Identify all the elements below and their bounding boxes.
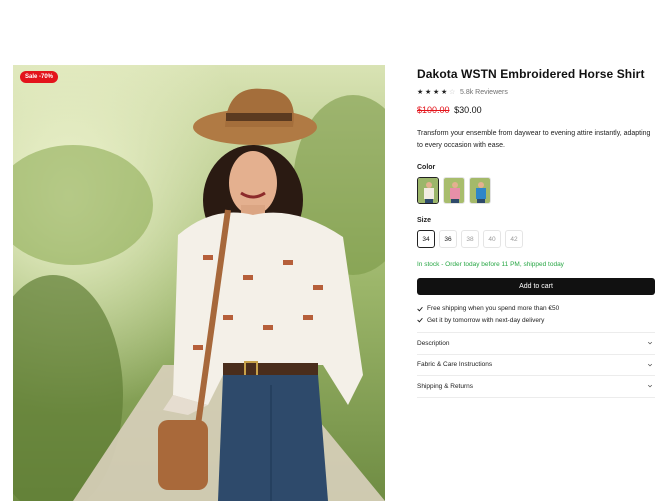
old-price: $100.00: [417, 105, 450, 115]
color-swatches: [417, 177, 656, 204]
accordion-fabric-care[interactable]: Fabric & Care Instructions: [417, 355, 655, 376]
price: $100.00 $30.00: [417, 103, 656, 117]
reviewers-count: 5.8k Reviewers: [460, 88, 508, 96]
star-icon: ★: [433, 88, 440, 96]
add-to-cart-button[interactable]: Add to cart: [417, 278, 655, 295]
size-option-42[interactable]: 42: [505, 230, 523, 248]
chevron-down-icon: [647, 385, 653, 388]
color-swatch-pink[interactable]: [443, 177, 465, 204]
size-option-36[interactable]: 36: [439, 230, 457, 248]
star-icon: ★: [417, 88, 424, 96]
accordion-label: Shipping & Returns: [417, 382, 474, 390]
swatch-image: [470, 178, 490, 203]
stock-status: In stock - Order today before 11 PM, shi…: [417, 261, 564, 268]
swatch-image: [418, 178, 438, 203]
sale-price: $30.00: [454, 105, 482, 115]
size-option-38[interactable]: 38: [461, 230, 479, 248]
perk-item: Get it by tomorrow with next-day deliver…: [417, 315, 656, 327]
perk-text: Free shipping when you spend more than €…: [427, 305, 560, 313]
star-icon: ★: [425, 88, 432, 96]
chevron-down-icon: [647, 363, 653, 367]
star-half-icon: ★: [441, 88, 448, 96]
sale-badge: Sale -70%: [20, 71, 59, 83]
color-label: Color: [417, 164, 436, 171]
star-empty-icon: ☆: [449, 88, 456, 96]
size-options: 34 36 38 40 42: [417, 230, 656, 248]
perk-item: Free shipping when you spend more than €…: [417, 303, 656, 315]
swatch-image: [444, 178, 464, 203]
accordion: Description Fabric & Care Instructions S…: [417, 332, 655, 398]
perks-list: Free shipping when you spend more than €…: [417, 303, 656, 326]
product-photo: [13, 65, 385, 501]
size-option-40[interactable]: 40: [483, 230, 501, 248]
check-icon: [417, 306, 423, 312]
accordion-shipping-returns[interactable]: Shipping & Returns: [417, 376, 655, 398]
product-info: Dakota WSTN Embroidered Horse Shirt ★ ★ …: [417, 62, 656, 398]
accordion-label: Fabric & Care Instructions: [417, 361, 493, 369]
check-icon: [417, 318, 423, 323]
product-image[interactable]: Sale -70%: [13, 65, 385, 501]
chevron-down-icon: [647, 342, 653, 345]
rating-stars: ★ ★ ★ ★ ☆: [417, 89, 456, 96]
color-swatch-blue[interactable]: [469, 177, 491, 204]
size-option-34[interactable]: 34: [417, 230, 435, 248]
product-title: Dakota WSTN Embroidered Horse Shirt: [417, 67, 645, 81]
perk-text: Get it by tomorrow with next-day deliver…: [427, 316, 545, 324]
product-description: Transform your ensemble from daywear to …: [417, 130, 651, 149]
color-swatch-white[interactable]: [417, 177, 439, 204]
rating[interactable]: ★ ★ ★ ★ ☆ 5.8k Reviewers: [417, 85, 656, 99]
size-label: Size: [417, 217, 432, 224]
accordion-label: Description: [417, 339, 450, 347]
accordion-description[interactable]: Description: [417, 333, 655, 355]
